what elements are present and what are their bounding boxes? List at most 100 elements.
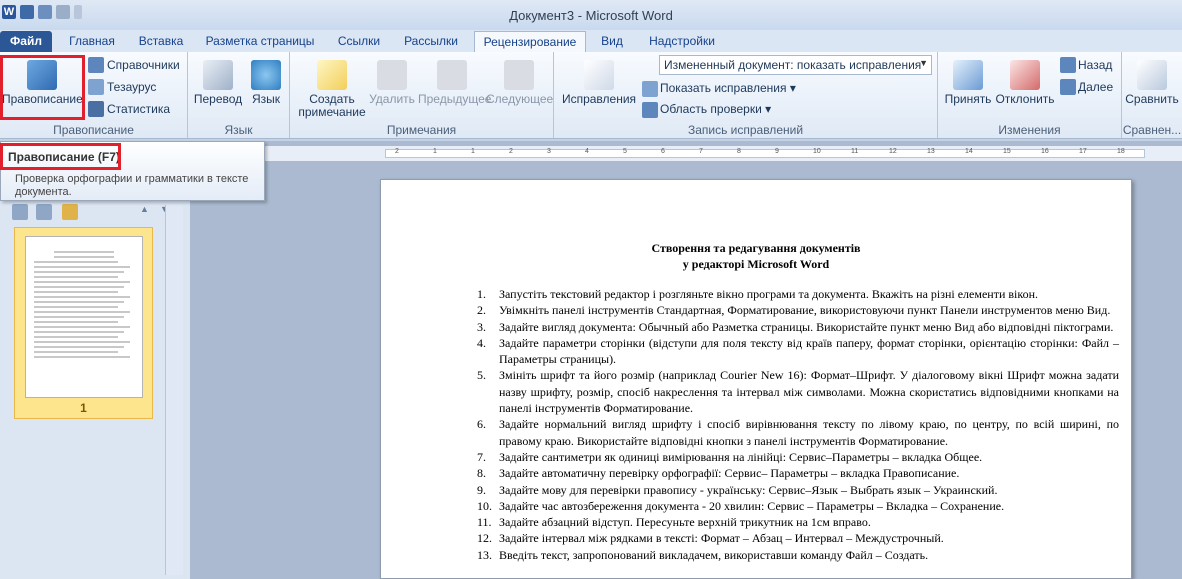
- thumbnail-text-line: [34, 331, 124, 333]
- ruler-tick-label: 12: [889, 148, 897, 155]
- horizontal-ruler[interactable]: 2 1 1 2 3 4 5 6 7 8 9 10 11 12 13 14 15 16 17 18: [190, 146, 1182, 161]
- list-item-text: Запустіть текстовий редактор і розгляньт…: [499, 287, 1039, 301]
- tab-references[interactable]: Ссылки: [330, 31, 388, 52]
- delete-comment-button[interactable]: Удалить: [366, 60, 418, 106]
- thumbnail-text-line: [54, 251, 114, 253]
- group-changes: Принять Отклонить Назад Далее Изменения: [938, 52, 1122, 138]
- document-page[interactable]: Створення та редагування документів у ре…: [380, 179, 1132, 579]
- accept-icon: [953, 60, 983, 90]
- next-comment-button[interactable]: Следующее: [486, 60, 553, 106]
- tab-addins[interactable]: Надстройки: [640, 31, 724, 52]
- thumbnail-text-line: [34, 281, 130, 283]
- ruler-tick-label: 14: [965, 148, 973, 155]
- list-item-number: 10.: [477, 498, 492, 513]
- list-item-text: Увімкніть панелі інструментів Стандартна…: [499, 303, 1111, 318]
- pages-view-icon[interactable]: [36, 204, 52, 220]
- ruler-text-area: [385, 149, 1145, 158]
- ruler-tick-label: 13: [927, 148, 935, 155]
- page-thumbnail-selected[interactable]: 1: [14, 227, 153, 419]
- group-label-comments: Примечания: [386, 123, 457, 137]
- ruler-tick-label: 11: [851, 148, 859, 155]
- headings-view-icon[interactable]: [12, 204, 28, 220]
- track-changes-label: Исправления: [561, 92, 637, 106]
- list-item: 11. Задайте абзацний відступ. Пересуньте …: [477, 514, 1119, 530]
- accept-label: Принять: [944, 92, 992, 106]
- group-compare: Сравнить Сравнен...: [1122, 52, 1182, 138]
- new-comment-button[interactable]: Создать примечание: [294, 60, 370, 119]
- thumbnail-text-line: [54, 256, 114, 258]
- results-view-icon[interactable]: [62, 204, 78, 220]
- thumbnail-text-line: [34, 271, 124, 273]
- list-item-number: 4.: [477, 335, 486, 350]
- thumbnail-text-line: [34, 351, 118, 353]
- thumbnail-text-line: [34, 266, 130, 268]
- word-count-button[interactable]: Статистика: [107, 102, 170, 116]
- list-item: 8. Задайте автоматичну перевірку орфограф…: [477, 465, 1119, 481]
- tab-mailings[interactable]: Рассылки: [396, 31, 466, 52]
- research-button[interactable]: Справочники: [107, 58, 180, 72]
- tab-file[interactable]: Файл: [0, 31, 52, 52]
- ruler-tick-label: 2: [509, 148, 513, 155]
- show-markup-button[interactable]: Показать исправления ▾: [660, 81, 796, 95]
- compare-button[interactable]: Сравнить: [1124, 60, 1180, 106]
- tab-review[interactable]: Рецензирование: [474, 31, 586, 52]
- delete-comment-label: Удалить: [369, 92, 415, 106]
- list-item-number: 11.: [477, 515, 492, 530]
- previous-comment-button[interactable]: Предыдущее: [418, 60, 491, 106]
- thumbnail-text-line: [34, 311, 130, 313]
- ruler-tick-label: 5: [623, 148, 627, 155]
- markup-mode-dropdown[interactable]: Измененный документ: показать исправлени…: [659, 55, 932, 75]
- thumbnail-text-line: [34, 286, 124, 288]
- next-change-button[interactable]: Далее: [1078, 80, 1113, 94]
- list-item: 12. Задайте інтервал між рядками в тексті…: [477, 530, 1119, 546]
- thesaurus-button[interactable]: Тезаурус: [107, 80, 156, 94]
- thumbnail-text-line: [34, 336, 118, 338]
- group-label-changes: Изменения: [998, 123, 1061, 137]
- tab-insert[interactable]: Вставка: [132, 31, 190, 52]
- delete-comment-icon: [377, 60, 407, 90]
- translate-button[interactable]: Перевод: [192, 60, 244, 106]
- ruler-tick-label: 10: [813, 148, 821, 155]
- group-label-language: Язык: [224, 123, 253, 137]
- language-button[interactable]: Язык: [246, 60, 286, 106]
- title-bar: W Документ3 - Microsoft Word: [0, 0, 1182, 30]
- group-language: Перевод Язык Язык: [188, 52, 290, 138]
- thumbnail-text-line: [34, 306, 118, 308]
- ruler-tick-label: 4: [585, 148, 589, 155]
- ribbon-tabs: Файл Главная Вставка Разметка страницы С…: [0, 30, 1182, 52]
- new-comment-icon: [317, 60, 347, 90]
- accept-button[interactable]: Принять: [942, 60, 994, 106]
- list-item-text: Задайте час автозбереження документа - 2…: [499, 498, 1005, 513]
- tab-view[interactable]: Вид: [594, 31, 630, 52]
- track-changes-button[interactable]: Исправления: [560, 60, 638, 106]
- list-item-number: 9.: [477, 482, 486, 497]
- thumbnail-text-line: [34, 316, 124, 318]
- list-item-number: 6.: [477, 417, 486, 432]
- thumbnail-page-number: 1: [80, 401, 87, 415]
- ruler-tick-label: 3: [547, 148, 551, 155]
- navigation-scrollbar[interactable]: [165, 205, 183, 575]
- track-changes-icon: [584, 60, 614, 90]
- tab-page-layout[interactable]: Разметка страницы: [198, 31, 322, 52]
- reject-button[interactable]: Отклонить: [994, 60, 1056, 106]
- highlight-spelling-button: [0, 55, 85, 120]
- word-count-icon: [88, 101, 104, 117]
- list-item: 4. Задайте параметри сторінки (відступи д…: [477, 335, 1119, 368]
- list-item: 9. Задайте мову для перевірки правопису -…: [477, 482, 1119, 498]
- thumbnail-text-line: [34, 291, 118, 293]
- list-item: 6. Задайте нормальний вигляд шрифту і спо…: [477, 416, 1119, 449]
- scroll-up-icon[interactable]: ▲: [140, 204, 156, 220]
- list-item: 2. Увімкніть панелі інструментів Стандарт…: [477, 302, 1119, 318]
- markup-mode-value: Измененный документ: показать исправлени…: [664, 58, 922, 72]
- compare-icon: [1137, 60, 1167, 90]
- document-title: Створення та редагування документів: [651, 241, 861, 255]
- compare-label: Сравнить: [1125, 92, 1179, 106]
- thumbnail-text-line: [34, 346, 124, 348]
- reviewing-pane-button[interactable]: Область проверки ▾: [660, 102, 771, 116]
- ruler-tick-label: 8: [737, 148, 741, 155]
- previous-change-button[interactable]: Назад: [1078, 58, 1112, 72]
- list-item-text: Задайте нормальний вигляд шрифту і спосі…: [499, 417, 1119, 448]
- tab-home[interactable]: Главная: [62, 31, 122, 52]
- list-item-text: Задайте параметри сторінки (відступи для…: [499, 335, 1119, 367]
- reject-icon: [1010, 60, 1040, 90]
